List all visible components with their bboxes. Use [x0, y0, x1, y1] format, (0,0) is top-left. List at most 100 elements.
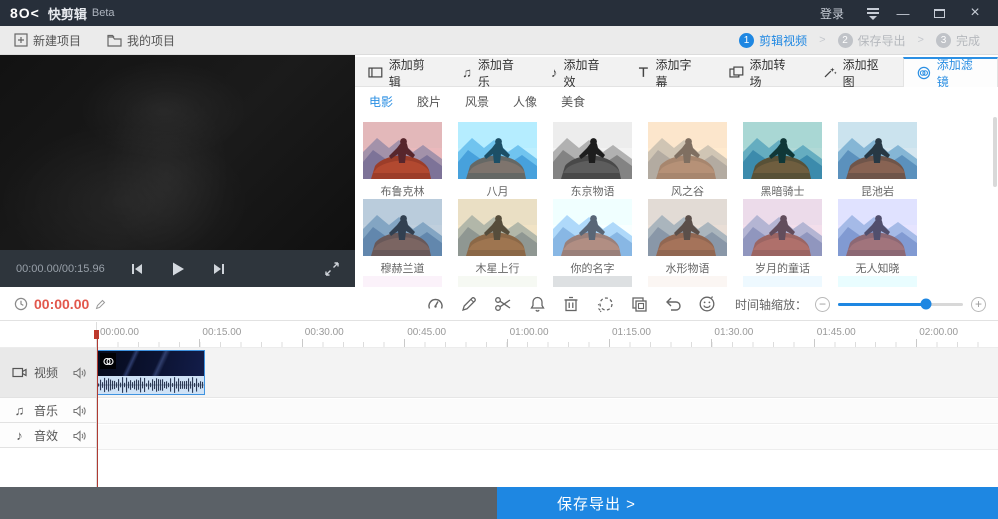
magic-lasso-button[interactable]: [594, 293, 616, 315]
bell-button[interactable]: [526, 293, 548, 315]
beta-badge: Beta: [91, 7, 115, 19]
step-separator: >: [917, 34, 924, 46]
new-project-label: 新建项目: [33, 33, 82, 48]
panel-scrollbar[interactable]: [993, 117, 997, 187]
speaker-icon: [73, 405, 86, 417]
ruler-tick: [711, 339, 713, 347]
zoom-slider[interactable]: [838, 298, 963, 310]
timeline-lanes: [97, 348, 998, 487]
save-export-button[interactable]: 保存导出 >: [497, 487, 998, 519]
filter-你的名字[interactable]: 你的名字: [553, 199, 632, 275]
video-clip[interactable]: [97, 350, 205, 395]
filter-partial[interactable]: [743, 276, 822, 287]
preview-timecode: 00:00.00/00:15.96: [16, 262, 105, 275]
tab-添加抠图[interactable]: 添加抠图: [810, 57, 903, 89]
skin-menu-button[interactable]: [866, 7, 880, 20]
tab-添加转场[interactable]: 添加转场: [716, 57, 810, 89]
playhead-line[interactable]: [97, 330, 98, 487]
footer-spacer: [0, 487, 497, 519]
tab-添加滤镜[interactable]: 添加滤镜: [902, 57, 998, 89]
timeline-toolbar: 00:00.00 时间轴缩放： − +: [0, 287, 998, 321]
pencil-button[interactable]: [458, 293, 480, 315]
ruler-label: 01:00.00: [509, 327, 549, 338]
zoom-out-button[interactable]: −: [815, 296, 830, 312]
login-button[interactable]: 登录: [820, 5, 844, 22]
filter-东京物语[interactable]: 东京物语: [553, 122, 632, 198]
filter-水形物语[interactable]: 水形物语: [648, 199, 727, 275]
tab-添加剪辑[interactable]: 添加剪辑: [355, 57, 449, 89]
filter-风之谷[interactable]: 风之谷: [648, 122, 727, 198]
filter-name: 风之谷: [671, 186, 704, 198]
scissors-button[interactable]: [492, 293, 514, 315]
plus-square-icon: [14, 33, 28, 47]
speaker-icon: [73, 367, 86, 380]
undo-icon: [666, 297, 681, 311]
mute-toggle[interactable]: [73, 366, 86, 380]
filter-grid: 布鲁克林 八月 东京物语 风之谷 黑暗骑士 昆池岩穆赫兰道 木星上行 你的名字 水形物语 岁月的童…: [355, 115, 992, 287]
edit-time-icon[interactable]: [95, 299, 106, 310]
filter-thumbnail: [648, 122, 727, 179]
maximize-button[interactable]: [926, 6, 952, 21]
ruler-tick: [199, 339, 201, 347]
filter-八月[interactable]: 八月: [458, 122, 537, 198]
subtab-电影[interactable]: 电影: [369, 93, 393, 110]
filter-穆赫兰道[interactable]: 穆赫兰道: [363, 199, 442, 275]
filter-thumbnail: [458, 276, 537, 287]
fullscreen-button[interactable]: [325, 261, 339, 276]
minimize-button[interactable]: —: [890, 6, 916, 21]
music-lane[interactable]: [97, 399, 998, 424]
emoji-button[interactable]: [696, 293, 718, 315]
next-frame-button[interactable]: [212, 262, 226, 276]
filter-partial[interactable]: [458, 276, 537, 287]
filter-thumbnail: [363, 199, 442, 256]
play-button[interactable]: [170, 261, 186, 277]
subtab-美食[interactable]: 美食: [561, 93, 585, 110]
filter-昆池岩[interactable]: 昆池岩: [838, 122, 917, 198]
subtab-人像[interactable]: 人像: [513, 93, 537, 110]
zoom-in-button[interactable]: +: [971, 296, 986, 312]
sfx-lane[interactable]: [97, 425, 998, 450]
filter-无人知晓[interactable]: 无人知晓: [838, 199, 917, 275]
filter-thumbnail: [363, 276, 442, 287]
video-preview: 00:00.00/00:15.96: [0, 55, 355, 287]
close-button[interactable]: ×: [962, 4, 988, 22]
tab-添加字幕[interactable]: 添加字幕: [624, 57, 716, 89]
preview-screen[interactable]: [0, 55, 355, 250]
subtab-风景[interactable]: 风景: [465, 93, 489, 110]
prev-frame-button[interactable]: [130, 262, 144, 276]
video-lane[interactable]: [97, 348, 998, 398]
copy-button[interactable]: [628, 293, 650, 315]
filter-partial[interactable]: [553, 276, 632, 287]
my-projects-button[interactable]: 我的项目: [107, 32, 175, 49]
undo-button[interactable]: [662, 293, 684, 315]
speed-button[interactable]: [424, 293, 446, 315]
filter-岁月的童话[interactable]: 岁月的童话: [743, 199, 822, 275]
workflow-step-3: 3 完成: [935, 32, 980, 49]
filter-黑暗骑士[interactable]: 黑暗骑士: [743, 122, 822, 198]
filter-partial[interactable]: [648, 276, 727, 287]
track-headers: 视频 ♫ 音乐 ♪ 音效: [0, 322, 97, 487]
filter-partial[interactable]: [838, 276, 917, 287]
filter-name: 水形物语: [665, 263, 710, 275]
new-project-button[interactable]: 新建项目: [14, 32, 81, 49]
mute-toggle[interactable]: [73, 403, 86, 417]
ruler-label: 00:30.00: [304, 327, 344, 338]
ruler-label: 01:45.00: [816, 327, 856, 338]
prev-frame-icon: [131, 263, 142, 274]
timeline-ruler[interactable]: 00:00.00 00:15.00 00:30.00 00:45.00 01:00.00…: [97, 322, 998, 348]
bell-icon: [529, 296, 545, 312]
ruler-tick: [301, 339, 303, 347]
filter-布鲁克林[interactable]: 布鲁克林: [363, 122, 442, 198]
tab-添加音效[interactable]: ♪ 添加音效: [538, 57, 624, 89]
track-label: 音乐: [34, 403, 59, 418]
mute-toggle[interactable]: [73, 428, 86, 442]
tab-添加音乐[interactable]: ♫ 添加音乐: [449, 57, 538, 89]
workflow-step-2: 2 保存导出: [837, 32, 906, 49]
zoom-slider-knob[interactable]: [920, 298, 931, 310]
subtab-胶片[interactable]: 胶片: [417, 93, 441, 110]
track-header-音乐: ♫ 音乐: [0, 398, 96, 423]
filter-partial[interactable]: [363, 276, 442, 287]
filter-木星上行[interactable]: 木星上行: [458, 199, 537, 275]
emoji-icon: [699, 296, 715, 312]
trash-button[interactable]: [560, 293, 582, 315]
